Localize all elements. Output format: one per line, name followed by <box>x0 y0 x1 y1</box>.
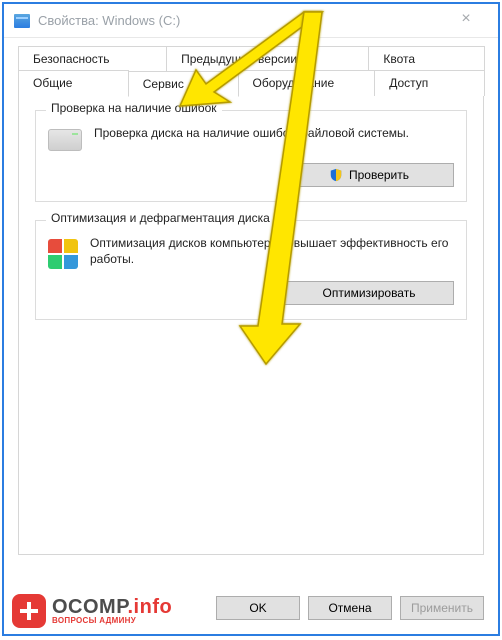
group-optimize-title: Оптимизация и дефрагментация диска <box>46 211 275 225</box>
watermark-text: OCOMP.info ВОПРОСЫ АДМИНУ <box>52 597 172 625</box>
optimize-button-label: Оптимизировать <box>323 286 416 300</box>
tab-sharing[interactable]: Доступ <box>374 70 485 96</box>
tab-row-1: Безопасность Предыдущие версии Квота <box>18 46 484 71</box>
watermark-brand: OCOMP <box>52 596 127 618</box>
tab-row-2: Общие Сервис Оборудование Доступ <box>18 70 484 96</box>
check-button[interactable]: Проверить <box>284 163 454 187</box>
tab-quota[interactable]: Квота <box>368 46 485 71</box>
ok-button-label: OK <box>249 601 266 615</box>
apply-button[interactable]: Применить <box>400 596 484 620</box>
group-error-check-title: Проверка на наличие ошибок <box>46 101 222 115</box>
shield-icon <box>329 168 343 182</box>
tabs: Безопасность Предыдущие версии Квота Общ… <box>18 46 484 555</box>
content-area: Безопасность Предыдущие версии Квота Общ… <box>4 38 498 555</box>
watermark-sub: ВОПРОСЫ АДМИНУ <box>52 617 172 625</box>
dialog-window: Свойства: Windows (C:) × Безопасность Пр… <box>2 2 500 636</box>
tab-security[interactable]: Безопасность <box>18 46 167 71</box>
window-title: Свойства: Windows (C:) <box>38 13 180 28</box>
group-error-check: Проверка на наличие ошибок Проверка диск… <box>35 110 467 202</box>
tab-previous-versions[interactable]: Предыдущие версии <box>166 46 369 71</box>
check-button-label: Проверить <box>349 168 409 182</box>
watermark: OCOMP.info ВОПРОСЫ АДМИНУ <box>12 594 172 628</box>
tab-tools[interactable]: Сервис <box>128 71 239 97</box>
plus-icon <box>20 602 38 620</box>
group-optimize: Оптимизация и дефрагментация диска Оптим… <box>35 220 467 320</box>
hdd-icon <box>48 129 82 151</box>
tab-general[interactable]: Общие <box>18 70 129 96</box>
apply-button-label: Применить <box>411 601 473 615</box>
watermark-badge <box>12 594 46 628</box>
optimize-button[interactable]: Оптимизировать <box>284 281 454 305</box>
watermark-suffix: .info <box>127 596 172 618</box>
defrag-icon <box>48 239 78 269</box>
close-button[interactable]: × <box>446 10 486 34</box>
cancel-button[interactable]: Отмена <box>308 596 392 620</box>
tab-panel-tools: Проверка на наличие ошибок Проверка диск… <box>18 95 484 555</box>
tab-hardware[interactable]: Оборудование <box>238 70 376 96</box>
group-optimize-text: Оптимизация дисков компьютера повышает э… <box>90 235 454 267</box>
group-error-check-text: Проверка диска на наличие ошибок файлово… <box>94 125 454 141</box>
cancel-button-label: Отмена <box>328 601 371 615</box>
drive-icon <box>14 14 30 28</box>
ok-button[interactable]: OK <box>216 596 300 620</box>
titlebar: Свойства: Windows (C:) × <box>4 4 498 38</box>
